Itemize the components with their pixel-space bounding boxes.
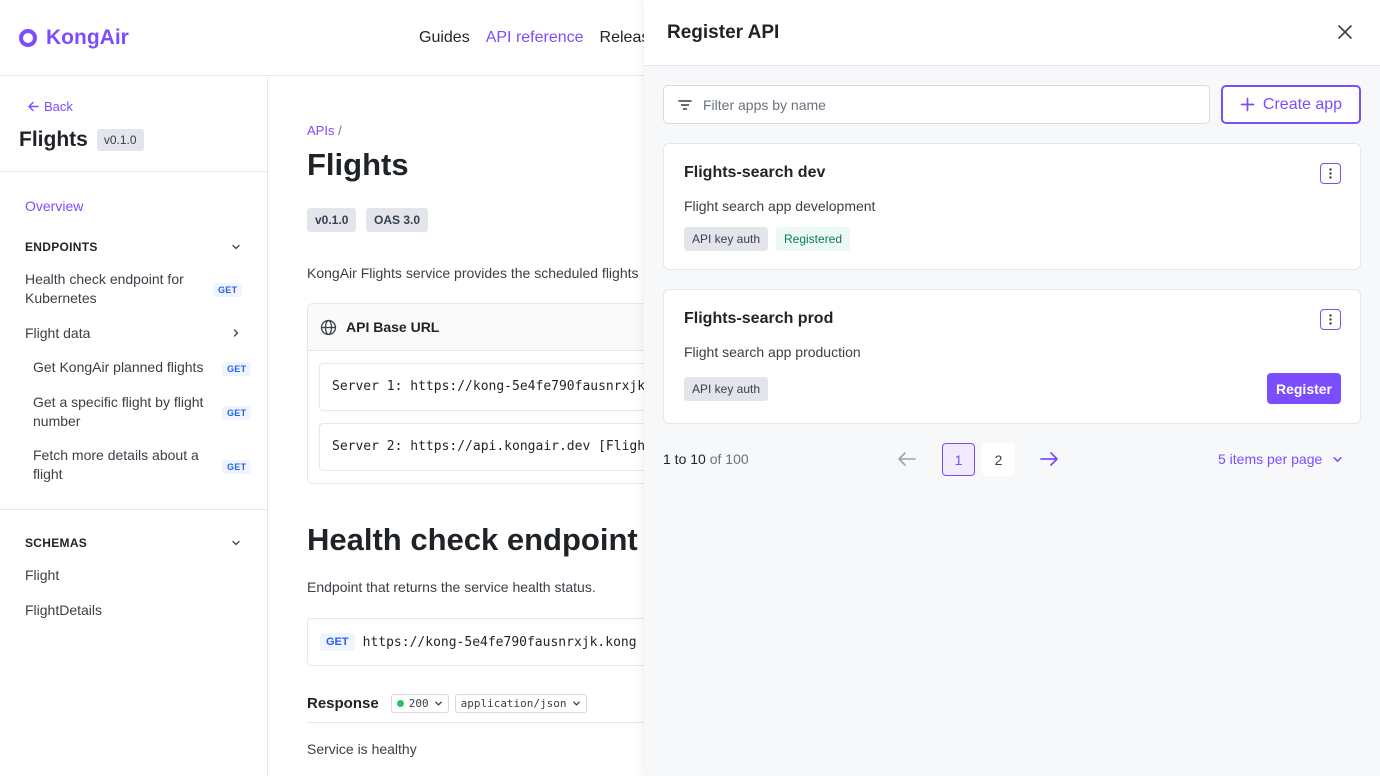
divider: [307, 722, 644, 723]
main-content: APIs / Flights v0.1.0 OAS 3.0 KongAir Fl…: [269, 77, 644, 776]
get-method-badge: GET: [213, 283, 243, 297]
more-options-button[interactable]: [1320, 163, 1341, 184]
more-options-button[interactable]: [1320, 309, 1341, 330]
response-label: Response: [307, 695, 379, 712]
kebab-menu-icon: [1329, 314, 1332, 325]
get-method-badge: GET: [222, 406, 252, 420]
content-type-value: application/json: [460, 697, 567, 710]
filter-apps-field[interactable]: [663, 85, 1210, 124]
sidebar: Back Flights v0.1.0 Overview ENDPOINTS H…: [0, 77, 268, 776]
nav-api-reference[interactable]: API reference: [486, 29, 584, 47]
pagination-range: 1 to 10: [663, 451, 706, 467]
chevron-down-icon: [434, 701, 442, 706]
sidebar-item-health-check[interactable]: Health check endpoint for Kubernetes: [25, 270, 210, 308]
filter-apps-input[interactable]: [703, 96, 1183, 113]
arrow-left-icon[interactable]: [896, 449, 918, 469]
divider: [0, 509, 267, 510]
response-row: Response 200 application/json: [307, 694, 587, 713]
chevron-down-icon: [572, 701, 580, 706]
get-method-badge: GET: [222, 362, 252, 376]
app-description: Flight search app production: [684, 344, 861, 360]
api-base-url-label: API Base URL: [346, 319, 440, 335]
section-title: Health check endpoint f: [307, 522, 644, 557]
pagination-total: of 100: [709, 451, 749, 467]
drawer-title: Register API: [667, 22, 780, 43]
status-code-value: 200: [408, 697, 429, 710]
endpoint-url: https://kong-5e4fe790fausnrxjk.kong: [362, 634, 637, 650]
page-button-1[interactable]: 1: [942, 443, 975, 476]
page-title: Flights: [307, 147, 409, 182]
chevron-down-icon[interactable]: [231, 242, 241, 252]
globe-icon: [320, 319, 337, 335]
back-label: Back: [44, 99, 73, 114]
items-per-page-select[interactable]: 5 items per page: [1218, 451, 1343, 467]
logo-text: KongAir: [46, 26, 129, 49]
back-link[interactable]: Back: [27, 99, 73, 114]
endpoint-url-box[interactable]: GET https://kong-5e4fe790fausnrxjk.kong: [307, 618, 644, 666]
nav-guides[interactable]: Guides: [419, 29, 470, 47]
api-base-url-header: API Base URL: [308, 304, 644, 351]
sidebar-item-overview[interactable]: Overview: [25, 197, 83, 216]
endpoint-method-badge: GET: [320, 633, 355, 651]
oas-chip: OAS 3.0: [366, 208, 429, 232]
main-nav: Guides API reference Releas: [419, 29, 649, 47]
auth-badge: API key auth: [684, 227, 769, 251]
plus-icon: [1240, 97, 1255, 112]
chevron-down-icon[interactable]: [231, 538, 241, 548]
nav-releases[interactable]: Releas: [600, 29, 650, 47]
pagination-count: 1 to 10 of 100: [663, 451, 749, 467]
divider: [0, 171, 267, 172]
api-description: KongAir Flights service provides the sch…: [307, 265, 639, 281]
drawer-header: Register API: [644, 0, 1380, 66]
items-per-page-value: 5 items per page: [1218, 451, 1323, 467]
chevron-right-icon[interactable]: [231, 328, 241, 338]
response-description: Service is healthy: [307, 741, 417, 757]
status-dot-icon: [396, 700, 404, 707]
content-type-select[interactable]: application/json: [454, 694, 587, 713]
close-icon[interactable]: [1336, 23, 1354, 41]
chevron-down-icon: [1333, 456, 1342, 462]
sidebar-item-planned-flights[interactable]: Get KongAir planned flights: [33, 358, 203, 377]
schemas-section-header[interactable]: SCHEMAS: [25, 536, 87, 550]
sidebar-item-schema-flight[interactable]: Flight: [25, 566, 59, 585]
create-app-button[interactable]: Create app: [1221, 85, 1361, 124]
app-name: Flights-search dev: [684, 164, 826, 181]
arrow-left-icon: [28, 101, 39, 112]
filter-icon: [678, 99, 692, 110]
app-card: Flights-search prod Flight search app pr…: [663, 289, 1361, 424]
register-button[interactable]: Register: [1267, 373, 1341, 404]
server-url-2[interactable]: Server 2: https://api.kongair.dev [Fligh…: [319, 423, 644, 471]
section-description: Endpoint that returns the service health…: [307, 579, 596, 595]
sidebar-item-schema-flightdetails[interactable]: FlightDetails: [25, 601, 102, 620]
auth-badge: API key auth: [684, 377, 769, 401]
breadcrumb-separator: /: [338, 123, 342, 138]
api-title-row: Flights v0.1.0: [19, 128, 144, 152]
registered-badge: Registered: [776, 227, 851, 251]
api-base-url-panel: API Base URL Server 1: https://kong-5e4f…: [307, 303, 644, 484]
sidebar-item-flight-details[interactable]: Fetch more details about a flight: [33, 446, 213, 484]
kebab-menu-icon: [1329, 168, 1332, 179]
register-api-drawer: Register API Create app Flights-search d…: [644, 0, 1380, 776]
get-method-badge: GET: [222, 460, 252, 474]
app-description: Flight search app development: [684, 198, 876, 214]
page-button-2[interactable]: 2: [982, 443, 1015, 476]
logo-icon: [19, 29, 37, 47]
endpoints-section-header[interactable]: ENDPOINTS: [25, 240, 98, 254]
sidebar-item-flight-by-number[interactable]: Get a specific flight by flight number: [33, 393, 218, 431]
logo[interactable]: KongAir: [19, 26, 129, 50]
version-badge: v0.1.0: [96, 129, 144, 151]
breadcrumb: APIs /: [307, 123, 342, 138]
version-chip: v0.1.0: [307, 208, 357, 232]
app-card: Flights-search dev Flight search app dev…: [663, 143, 1361, 270]
create-app-label: Create app: [1262, 95, 1343, 113]
arrow-right-icon[interactable]: [1038, 449, 1060, 469]
breadcrumb-apis[interactable]: APIs: [307, 123, 334, 138]
sidebar-item-flight-data[interactable]: Flight data: [25, 324, 90, 343]
status-code-select[interactable]: 200: [390, 694, 449, 713]
server-url-1[interactable]: Server 1: https://kong-5e4fe790fausnrxjk…: [319, 363, 644, 411]
api-title: Flights: [19, 128, 88, 151]
app-name: Flights-search prod: [684, 310, 834, 327]
